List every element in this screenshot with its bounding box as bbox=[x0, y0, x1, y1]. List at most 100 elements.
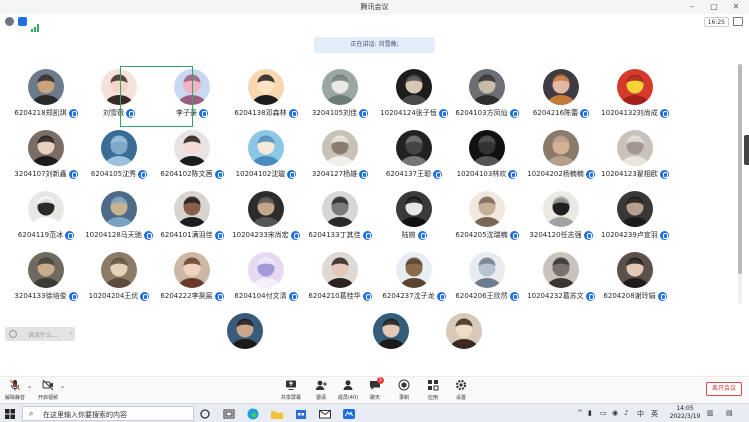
widgets-icon[interactable]: ▥ bbox=[707, 409, 714, 417]
participant-name-text: 6204119范冰 bbox=[17, 231, 64, 239]
members-button[interactable]: 成员(40) bbox=[333, 379, 363, 401]
chat-button[interactable]: 1 聊天 bbox=[360, 377, 390, 401]
avatar-image bbox=[248, 130, 284, 166]
tencent-meeting-icon[interactable] bbox=[342, 407, 356, 421]
share-screen-icon bbox=[286, 380, 296, 390]
participant-name-text: 6204105沈秀 bbox=[90, 170, 137, 178]
ime-mode[interactable]: 中 bbox=[637, 409, 644, 419]
apps-label: 应用 bbox=[427, 395, 438, 401]
mail-icon[interactable] bbox=[318, 407, 332, 421]
volume-icon[interactable]: ♪ bbox=[624, 409, 628, 417]
windows-start-icon[interactable] bbox=[5, 409, 15, 419]
minimize-icon[interactable]: – bbox=[686, 1, 698, 12]
avatar bbox=[543, 69, 579, 105]
system-clock[interactable]: 14:05 2022/3/19 bbox=[665, 405, 705, 421]
avatar bbox=[227, 313, 263, 349]
avatar bbox=[322, 69, 358, 105]
meeting-clock: 16:25 bbox=[703, 17, 729, 27]
participant-name-text: 3204133徐培俊 bbox=[14, 292, 67, 300]
participant-name-text: 6204103方凤仙 bbox=[455, 109, 508, 117]
mute-label: 解除静音 bbox=[4, 395, 25, 401]
scrollbar-thumb[interactable] bbox=[738, 64, 742, 274]
taskbar-search[interactable]: ⌕ 在这里输入你要搜索的内容 bbox=[22, 406, 194, 421]
video-caret-icon[interactable]: ^ bbox=[60, 386, 65, 393]
avatar-image bbox=[446, 313, 482, 349]
avatar bbox=[322, 130, 358, 166]
tray-app-icon[interactable]: ▮ bbox=[588, 409, 592, 417]
participant-name-text: 6204206王欣然 bbox=[455, 292, 508, 300]
system-date: 2022/3/19 bbox=[669, 413, 701, 420]
share-label: 共享屏幕 bbox=[280, 395, 301, 401]
avatar bbox=[174, 130, 210, 166]
avatar bbox=[28, 252, 64, 288]
record-label: 录制 bbox=[398, 395, 409, 401]
invite-button[interactable]: 邀请 bbox=[306, 379, 336, 401]
mute-button[interactable]: 解除静音 bbox=[0, 379, 30, 401]
mic-status-icon bbox=[657, 291, 667, 301]
notification-icon[interactable]: ▤ bbox=[726, 409, 733, 417]
tray-chevron-icon[interactable]: ^ bbox=[577, 409, 583, 417]
participant-name-text: 6204216陈蕾 bbox=[532, 109, 579, 117]
avatar bbox=[174, 191, 210, 227]
avatar bbox=[617, 252, 653, 288]
record-button[interactable]: 录制 bbox=[389, 379, 419, 401]
edge-icon[interactable] bbox=[246, 407, 260, 421]
system-time: 14:05 bbox=[676, 405, 694, 412]
participant-name: 10204123翟相欧 bbox=[585, 169, 685, 179]
task-view-icon[interactable] bbox=[222, 407, 236, 421]
participant-name-text: 10204132刘尚成 bbox=[601, 109, 658, 117]
share-screen-button[interactable]: 共享屏幕 bbox=[276, 379, 306, 401]
avatar bbox=[469, 252, 505, 288]
cortana-icon[interactable] bbox=[198, 407, 212, 421]
collapse-icon[interactable]: ‹ bbox=[69, 329, 72, 337]
smile-icon bbox=[9, 330, 17, 338]
camera-off-icon bbox=[42, 379, 54, 391]
avatar-image bbox=[469, 69, 505, 105]
avatar bbox=[396, 69, 432, 105]
avatar-image bbox=[396, 252, 432, 288]
title-bar: 腾讯会议 – □ ✕ bbox=[0, 0, 749, 14]
add-user-icon bbox=[315, 380, 327, 390]
chat-input[interactable]: 说点什么... ‹ bbox=[5, 327, 75, 341]
shield-icon[interactable] bbox=[18, 17, 27, 26]
mic-status-icon bbox=[199, 108, 208, 118]
video-button[interactable]: 开启视频 bbox=[33, 379, 63, 401]
avatar-image bbox=[227, 313, 263, 349]
avatar-image bbox=[174, 130, 210, 166]
battery-icon[interactable]: ▭ bbox=[600, 409, 607, 417]
members-label: 成员(40) bbox=[337, 395, 359, 401]
maximize-icon[interactable]: □ bbox=[708, 1, 720, 12]
input-language[interactable]: 英 bbox=[651, 409, 658, 419]
side-panel-tab[interactable] bbox=[744, 135, 749, 165]
participant-name: 6204208谢玲娟 bbox=[585, 291, 685, 301]
grid-scrollbar[interactable] bbox=[738, 64, 742, 304]
avatar bbox=[617, 69, 653, 105]
avatar-image bbox=[28, 130, 64, 166]
mic-status-icon bbox=[659, 230, 669, 240]
layout-icon[interactable] bbox=[733, 17, 743, 26]
apps-button[interactable]: 应用 bbox=[418, 379, 448, 401]
participant-name-text: 陆婉 bbox=[401, 231, 416, 239]
signal-icon[interactable] bbox=[31, 17, 40, 32]
participant-name: 10204239卢宣羽 bbox=[585, 230, 685, 240]
file-explorer-icon[interactable] bbox=[270, 407, 284, 421]
store-icon[interactable] bbox=[294, 407, 308, 421]
participant-name-text: 10204232葛苏文 bbox=[527, 292, 584, 300]
avatar-image bbox=[617, 191, 653, 227]
close-icon[interactable]: ✕ bbox=[730, 1, 742, 12]
mic-status-icon bbox=[659, 108, 669, 118]
invite-label: 邀请 bbox=[315, 395, 326, 401]
avatar bbox=[469, 130, 505, 166]
network-icon[interactable]: ◉ bbox=[612, 409, 618, 417]
avatar bbox=[543, 130, 579, 166]
participant-name-text: 10204103林欢 bbox=[456, 170, 507, 178]
mute-caret-icon[interactable]: ^ bbox=[27, 386, 32, 393]
info-icon[interactable] bbox=[5, 17, 14, 26]
leave-meeting-button[interactable]: 离开会议 bbox=[706, 382, 742, 396]
avatar-image bbox=[469, 130, 505, 166]
avatar-image bbox=[396, 191, 432, 227]
mic-status-icon bbox=[659, 169, 669, 179]
meeting-window: 腾讯会议 – □ ✕ 16:25 正在讲话: 刘雪薇; 6204218郑凯琪 刘雪… bbox=[0, 0, 749, 422]
avatar bbox=[101, 252, 137, 288]
settings-button[interactable]: 设置 bbox=[446, 379, 476, 401]
